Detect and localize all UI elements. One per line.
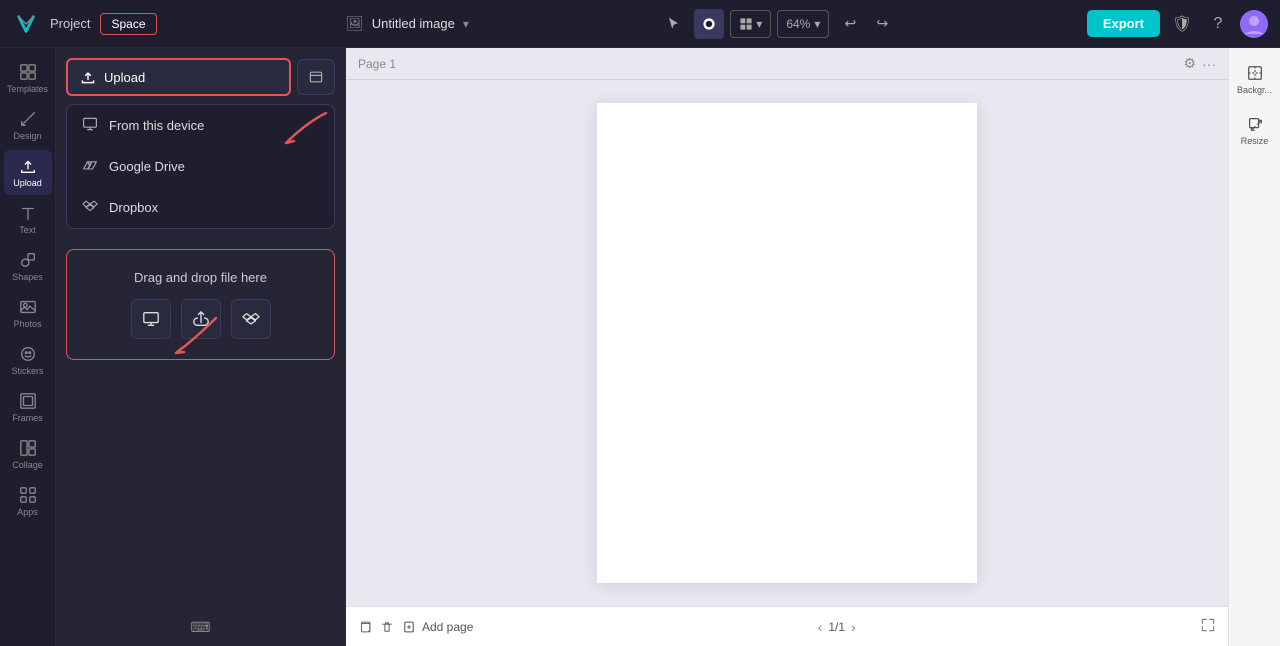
sidebar-item-upload-label: Upload <box>13 178 42 188</box>
canvas-main <box>346 80 1228 606</box>
title-dropdown-button[interactable]: ▾ <box>463 17 469 31</box>
resize-label: Resize <box>1241 136 1269 146</box>
canvas-wrapper: Page 1 ⚙ ··· <box>346 48 1228 646</box>
topbar-tools: ▾ 64%▾ ↩ ↪ <box>658 9 897 39</box>
topbar-right: Export 🛡 ? <box>1087 10 1268 38</box>
document-title: Untitled image <box>372 16 455 31</box>
space-button[interactable]: Space <box>100 13 156 35</box>
icon-nav: Templates Design Upload Text <box>0 48 56 646</box>
redo-button[interactable]: ↪ <box>867 9 897 39</box>
upload-button-label: Upload <box>104 70 145 85</box>
user-avatar[interactable] <box>1240 10 1268 38</box>
sidebar-item-photos[interactable]: Photos <box>4 291 52 336</box>
topbar-left: Project Space <box>12 10 157 38</box>
drag-device-icon-button[interactable] <box>131 299 171 339</box>
upload-section: Upload <box>56 48 345 104</box>
canvas-more-button[interactable]: ··· <box>1202 55 1216 72</box>
monitor-icon <box>81 116 99 135</box>
background-panel-button[interactable]: Backgr... <box>1233 56 1277 103</box>
sidebar-item-apps[interactable]: Apps <box>4 479 52 524</box>
undo-redo-group: ↩ ↪ <box>835 9 897 39</box>
sidebar-item-frames-label: Frames <box>12 413 43 423</box>
sidebar-item-shapes-label: Shapes <box>12 272 43 282</box>
sidebar-item-design-label: Design <box>13 131 41 141</box>
zoom-level: 64% <box>786 17 810 31</box>
help-icon-button[interactable]: ? <box>1204 10 1232 38</box>
drag-drop-icons <box>131 299 271 339</box>
add-page-label: Add page <box>422 620 473 634</box>
drag-drop-label: Drag and drop file here <box>134 270 267 285</box>
topbar: Project Space 🖼 Untitled image ▾ ▾ 64%▾ … <box>0 0 1280 48</box>
project-title: Project <box>50 16 90 31</box>
drag-drop-container: Drag and drop file here <box>56 229 345 380</box>
bottom-center: ‹ 1/1 › <box>818 619 856 635</box>
dropdown-item-dropbox[interactable]: Dropbox <box>67 187 334 228</box>
dropbox-icon <box>81 198 99 217</box>
canvas-settings-button[interactable]: ⚙ <box>1183 55 1196 72</box>
add-page-button[interactable]: Add page <box>402 620 473 634</box>
layout-button[interactable]: ▾ <box>730 10 771 38</box>
sidebar-item-apps-label: Apps <box>17 507 38 517</box>
right-panel: Backgr... Resize <box>1228 48 1280 646</box>
drag-dropbox-icon-button[interactable] <box>231 299 271 339</box>
zoom-button[interactable]: 64%▾ <box>777 10 829 38</box>
sidebar-item-collage-label: Collage <box>12 460 43 470</box>
upload-main-button[interactable]: Upload <box>66 58 291 96</box>
page-label: Page 1 <box>358 57 396 71</box>
main-layout: Templates Design Upload Text <box>0 48 1280 646</box>
shield-icon-button[interactable]: 🛡 <box>1168 10 1196 38</box>
gdrive-icon <box>81 157 99 176</box>
sidebar-item-stickers-label: Stickers <box>11 366 43 376</box>
upload-button-row: Upload <box>66 58 335 96</box>
upload-dropdown: From this device Google Drive <box>66 104 335 229</box>
bottom-right <box>1200 617 1216 636</box>
logo-icon[interactable] <box>12 10 40 38</box>
doc-icon: 🖼 <box>346 15 364 32</box>
dropdown-item-device[interactable]: From this device <box>67 105 334 146</box>
sidebar-item-shapes[interactable]: Shapes <box>4 244 52 289</box>
next-page-button[interactable]: › <box>851 619 856 635</box>
dropdown-item-dropbox-label: Dropbox <box>109 200 158 215</box>
fit-to-screen-button[interactable] <box>1200 617 1216 636</box>
pointer-tool-button[interactable] <box>658 9 688 39</box>
bottom-left: Add page <box>358 620 473 634</box>
sidebar-item-upload[interactable]: Upload <box>4 150 52 195</box>
white-canvas <box>597 103 977 583</box>
copy-page-button[interactable] <box>358 620 372 634</box>
prev-page-button[interactable]: ‹ <box>818 619 823 635</box>
canvas-top-actions: ⚙ ··· <box>1183 55 1216 72</box>
sidebar-item-text-label: Text <box>19 225 36 235</box>
delete-page-button[interactable] <box>380 620 394 634</box>
sidebar-item-text[interactable]: Text <box>4 197 52 242</box>
background-label: Backgr... <box>1237 85 1272 95</box>
dropdown-item-gdrive[interactable]: Google Drive <box>67 146 334 187</box>
resize-panel-button[interactable]: Resize <box>1233 107 1277 154</box>
sidebar-item-photos-label: Photos <box>13 319 41 329</box>
canvas-area: Page 1 ⚙ ··· <box>346 48 1228 646</box>
page-navigation: ‹ 1/1 › <box>818 619 856 635</box>
dropdown-item-device-label: From this device <box>109 118 204 133</box>
sidebar-item-templates[interactable]: Templates <box>4 56 52 101</box>
sidebar-item-collage[interactable]: Collage <box>4 432 52 477</box>
drag-upload-icon-button[interactable] <box>181 299 221 339</box>
undo-button[interactable]: ↩ <box>835 9 865 39</box>
upload-icon-only-button[interactable] <box>297 59 335 95</box>
keyboard-shortcut-button[interactable]: ⌨ <box>190 619 210 636</box>
eraser-tool-button[interactable] <box>694 9 724 39</box>
sidebar-item-design[interactable]: Design <box>4 103 52 148</box>
sidebar-item-stickers[interactable]: Stickers <box>4 338 52 383</box>
topbar-center: 🖼 Untitled image ▾ <box>346 15 469 32</box>
side-panel-bottom: ⌨ <box>56 609 345 646</box>
page-count: 1/1 <box>828 620 845 634</box>
bottom-bar: Add page ‹ 1/1 › <box>346 606 1228 646</box>
drag-drop-area[interactable]: Drag and drop file here <box>66 249 335 360</box>
sidebar-item-frames[interactable]: Frames <box>4 385 52 430</box>
sidebar-item-templates-label: Templates <box>7 84 48 94</box>
export-button[interactable]: Export <box>1087 10 1160 37</box>
side-panel: Upload From th <box>56 48 346 646</box>
canvas-top-bar: Page 1 ⚙ ··· <box>346 48 1228 80</box>
dropdown-item-gdrive-label: Google Drive <box>109 159 185 174</box>
